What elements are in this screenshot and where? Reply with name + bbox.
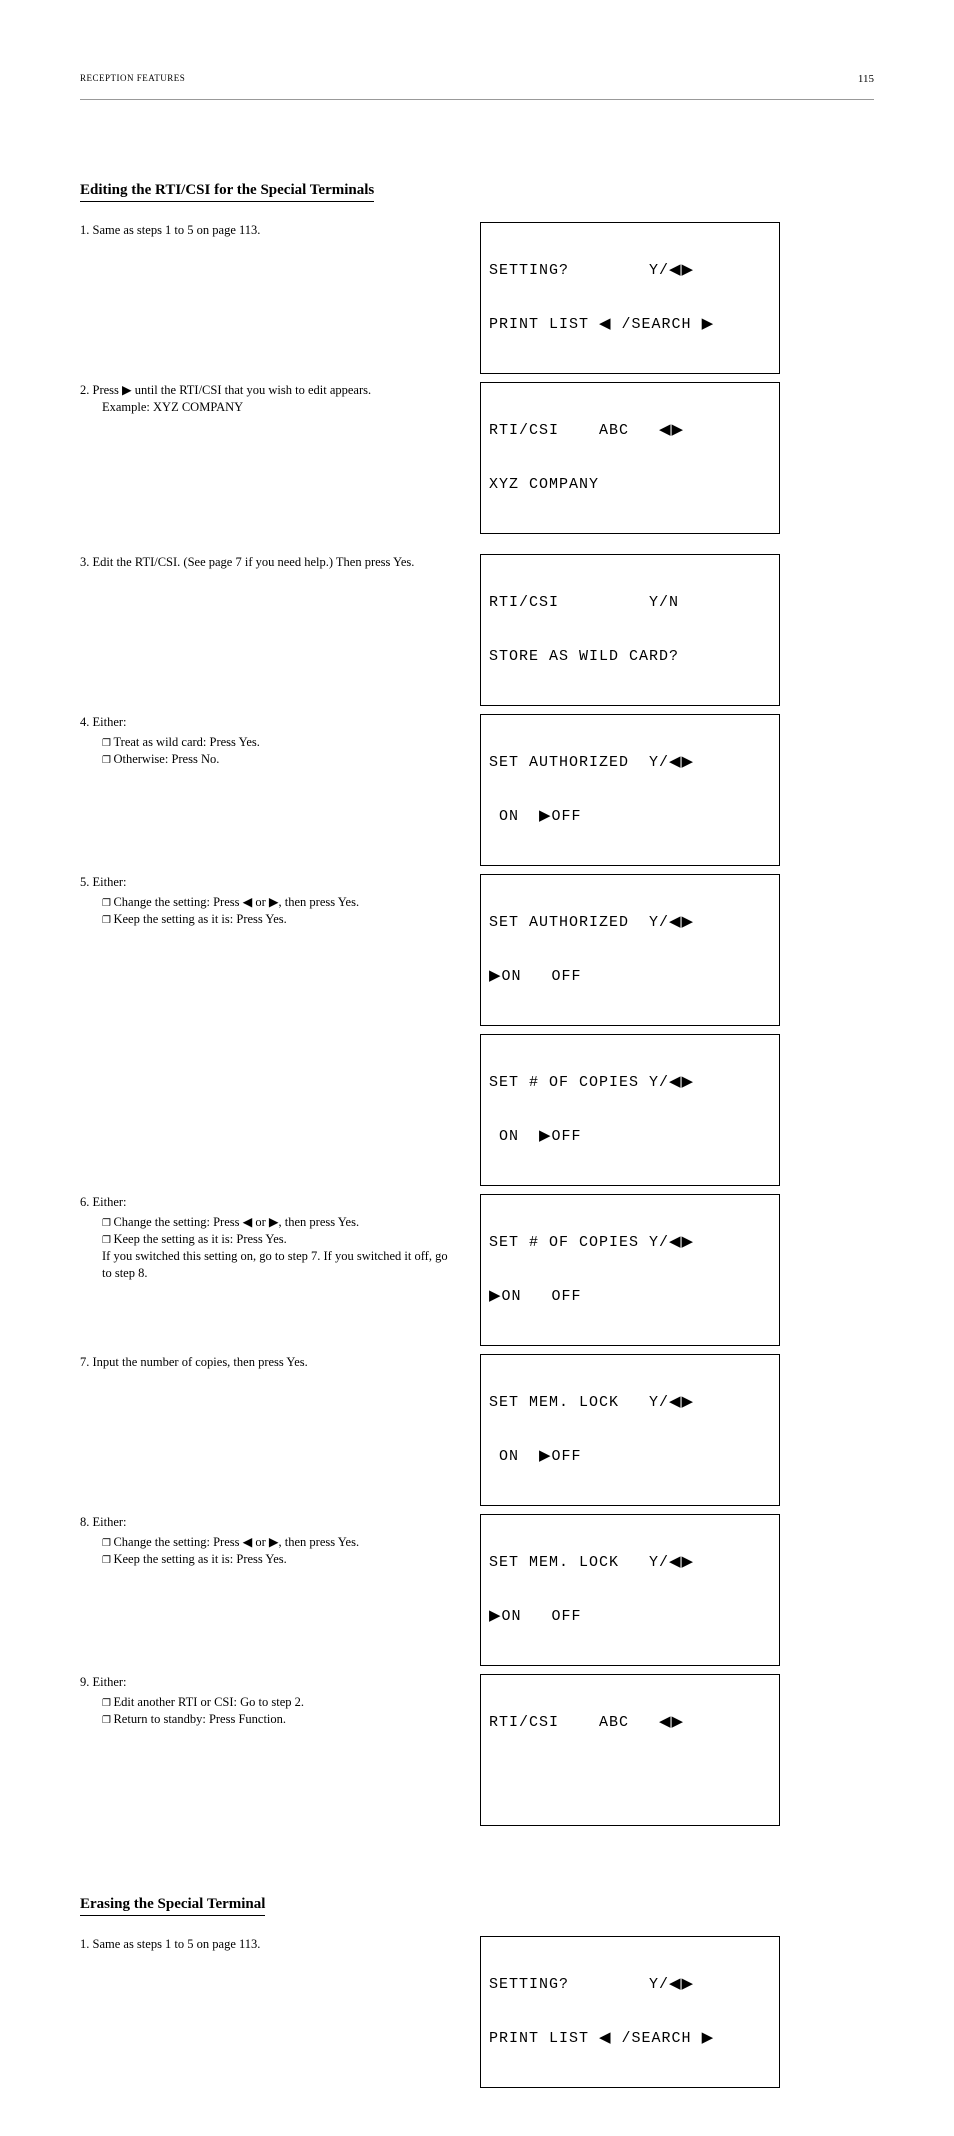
step-text: 1. Same as steps 1 to 5 on page 113. bbox=[80, 222, 480, 239]
lcd-display: RTI/CSI ABC ◀▶ bbox=[480, 1674, 780, 1826]
step-text: 7. Input the number of copies, then pres… bbox=[80, 1354, 480, 1371]
page-number: 115 bbox=[858, 72, 874, 87]
step-row: 5. Either: Change the setting: Press ◀ o… bbox=[80, 874, 874, 1186]
step-row: 7. Input the number of copies, then pres… bbox=[80, 1354, 874, 1506]
lcd-line: RTI/CSI Y/N bbox=[489, 594, 771, 612]
step-text: 9. Either: Edit another RTI or CSI: Go t… bbox=[80, 1674, 480, 1728]
section-title-edit: Editing the RTI/CSI for the Special Term… bbox=[80, 180, 374, 202]
lcd-line: SET AUTHORIZED Y/◀▶ bbox=[489, 914, 771, 932]
lcd-line: XYZ COMPANY bbox=[489, 476, 771, 494]
lcd-line: ON ▶OFF bbox=[489, 1448, 771, 1466]
step-text: 3. Edit the RTI/CSI. (See page 7 if you … bbox=[80, 554, 480, 571]
step-text: 1. Same as steps 1 to 5 on page 113. bbox=[80, 1936, 480, 1953]
step-row: 9. Either: Edit another RTI or CSI: Go t… bbox=[80, 1674, 874, 1826]
section-title-erase: Erasing the Special Terminal bbox=[80, 1894, 265, 1916]
step-row: 4. Either: Treat as wild card: Press Yes… bbox=[80, 714, 874, 866]
lcd-display: SET MEM. LOCK Y/◀▶ ON ▶OFF bbox=[480, 1354, 780, 1506]
lcd-display: SET MEM. LOCK Y/◀▶ ▶ON OFF bbox=[480, 1514, 780, 1666]
lcd-line bbox=[489, 1768, 771, 1786]
lcd-line: STORE AS WILD CARD? bbox=[489, 648, 771, 666]
step-text: 2. Press ▶ until the RTI/CSI that you wi… bbox=[80, 382, 480, 416]
step-row: 3. Edit the RTI/CSI. (See page 7 if you … bbox=[80, 554, 874, 706]
step-row: 1. Same as steps 1 to 5 on page 113. SET… bbox=[80, 222, 874, 374]
step-row: 8. Either: Change the setting: Press ◀ o… bbox=[80, 1514, 874, 1666]
lcd-line: ON ▶OFF bbox=[489, 1128, 771, 1146]
step-text: 5. Either: Change the setting: Press ◀ o… bbox=[80, 874, 480, 928]
step-text: 6. Either: Change the setting: Press ◀ o… bbox=[80, 1194, 480, 1281]
lcd-display: RTI/CSI Y/N STORE AS WILD CARD? bbox=[480, 554, 780, 706]
lcd-line: SET AUTHORIZED Y/◀▶ bbox=[489, 754, 771, 772]
lcd-line: SET MEM. LOCK Y/◀▶ bbox=[489, 1554, 771, 1572]
lcd-display: SETTING? Y/◀▶ PRINT LIST ◀ /SEARCH ▶ bbox=[480, 1936, 780, 2088]
lcd-line: RTI/CSI ABC ◀▶ bbox=[489, 1714, 771, 1732]
lcd-line: SET # OF COPIES Y/◀▶ bbox=[489, 1074, 771, 1092]
lcd-line: ▶ON OFF bbox=[489, 968, 771, 986]
lcd-line: ON ▶OFF bbox=[489, 808, 771, 826]
lcd-line: RTI/CSI ABC ◀▶ bbox=[489, 422, 771, 440]
step-text: 8. Either: Change the setting: Press ◀ o… bbox=[80, 1514, 480, 1568]
lcd-line: SET MEM. LOCK Y/◀▶ bbox=[489, 1394, 771, 1412]
lcd-display: SET AUTHORIZED Y/◀▶ ▶ON OFF bbox=[480, 874, 780, 1026]
step-row: 1. Same as steps 1 to 5 on page 113. SET… bbox=[80, 1936, 874, 2088]
lcd-line: SETTING? Y/◀▶ bbox=[489, 1976, 771, 1994]
step-text: 4. Either: Treat as wild card: Press Yes… bbox=[80, 714, 480, 768]
page-header: RECEPTION FEATURES 115 bbox=[80, 60, 874, 100]
lcd-line: SET # OF COPIES Y/◀▶ bbox=[489, 1234, 771, 1252]
lcd-line: ▶ON OFF bbox=[489, 1288, 771, 1306]
lcd-display: SET # OF COPIES Y/◀▶ ON ▶OFF bbox=[480, 1034, 780, 1186]
lcd-display: SETTING? Y/◀▶ PRINT LIST ◀ /SEARCH ▶ bbox=[480, 222, 780, 374]
lcd-line: SETTING? Y/◀▶ bbox=[489, 262, 771, 280]
lcd-line: ▶ON OFF bbox=[489, 1608, 771, 1626]
step-row: 6. Either: Change the setting: Press ◀ o… bbox=[80, 1194, 874, 1346]
step-row: 2. Press ▶ until the RTI/CSI that you wi… bbox=[80, 382, 874, 534]
lcd-display: SET # OF COPIES Y/◀▶ ▶ON OFF bbox=[480, 1194, 780, 1346]
lcd-line: PRINT LIST ◀ /SEARCH ▶ bbox=[489, 2030, 771, 2048]
running-head: RECEPTION FEATURES bbox=[80, 72, 185, 85]
lcd-line: PRINT LIST ◀ /SEARCH ▶ bbox=[489, 316, 771, 334]
lcd-display: RTI/CSI ABC ◀▶ XYZ COMPANY bbox=[480, 382, 780, 534]
lcd-display: SET AUTHORIZED Y/◀▶ ON ▶OFF bbox=[480, 714, 780, 866]
